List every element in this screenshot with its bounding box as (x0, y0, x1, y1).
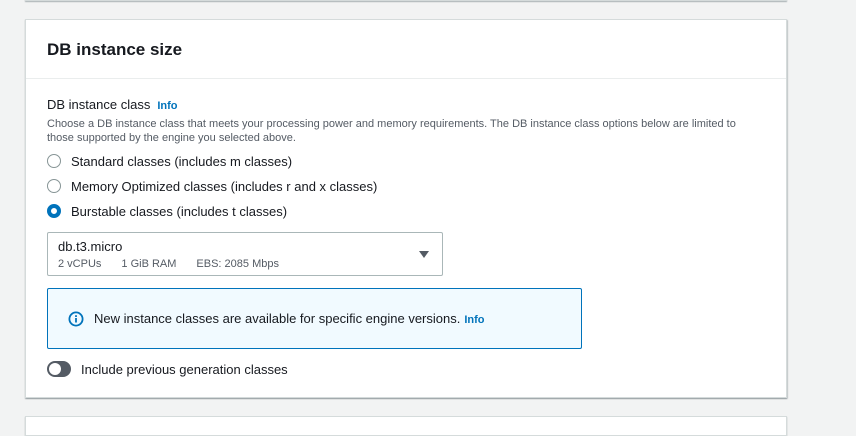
toggle-label: Include previous generation classes (81, 361, 288, 377)
ebs-value: EBS: 2085 Mbps (196, 258, 279, 270)
card-header: DB instance size (26, 20, 786, 79)
vcpus-value: 2 vCPUs (58, 258, 102, 270)
instance-class-label: DB instance class (47, 97, 151, 112)
radio-button[interactable] (47, 154, 61, 168)
instance-class-specs: 2 vCPUs 1 GiB RAM EBS: 2085 Mbps (58, 258, 279, 270)
radio-button-selected[interactable] (47, 204, 61, 218)
previous-generation-toggle-row[interactable]: Include previous generation classes (47, 359, 288, 379)
info-alert: New instance classes are available for s… (47, 288, 582, 349)
toggle-knob (49, 363, 61, 375)
alert-message-row: New instance classes are available for s… (94, 311, 485, 326)
radio-burstable-classes[interactable]: Burstable classes (includes t classes) (47, 201, 287, 221)
instance-class-info-link[interactable]: Info (157, 100, 177, 112)
instance-class-label-row: DB instance class Info (47, 97, 178, 112)
ram-value: 1 GiB RAM (121, 258, 177, 270)
previous-section-card (25, 0, 787, 1)
next-section-card (25, 416, 787, 436)
radio-label: Burstable classes (includes t classes) (71, 203, 288, 219)
radio-label: Memory Optimized classes (includes r and… (71, 178, 378, 194)
section-title: DB instance size (47, 40, 183, 59)
alert-info-link[interactable]: Info (464, 314, 484, 326)
info-circle-icon (68, 311, 84, 327)
previous-generation-toggle[interactable] (47, 361, 71, 377)
alert-message: New instance classes are available for s… (94, 311, 461, 326)
radio-label: Standard classes (includes m classes) (71, 153, 293, 169)
caret-down-icon (419, 251, 429, 258)
radio-standard-classes[interactable]: Standard classes (includes m classes) (47, 151, 292, 171)
radio-memory-optimized-classes[interactable]: Memory Optimized classes (includes r and… (47, 176, 377, 196)
selected-instance-class: db.t3.micro (58, 239, 123, 254)
db-instance-size-card: DB instance size DB instance class Info C… (25, 19, 787, 398)
radio-button[interactable] (47, 179, 61, 193)
instance-class-select[interactable]: db.t3.micro 2 vCPUs 1 GiB RAM EBS: 2085 … (47, 232, 443, 276)
instance-class-description: Choose a DB instance class that meets yo… (47, 118, 736, 144)
